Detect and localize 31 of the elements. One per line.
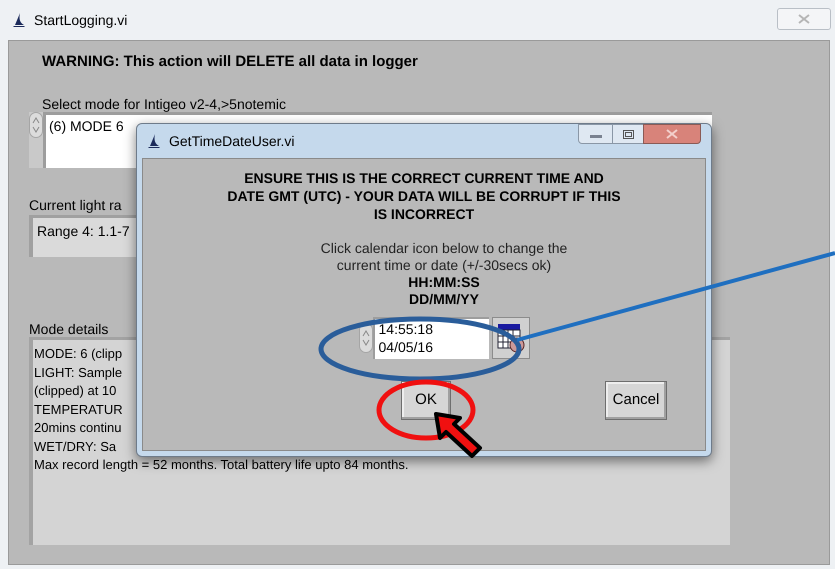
calendar-icon (496, 323, 524, 353)
list-item[interactable]: (6) MODE 6 (49, 118, 124, 134)
maximize-icon (622, 130, 634, 138)
app-logo-icon (147, 133, 161, 149)
detail-line: TEMPERATUR (34, 400, 123, 418)
instruction-text: Click calendar icon below to change the current time or date (+/-30secs ok) (320, 240, 568, 274)
format-text: HH:MM:SS DD/MM/YY (408, 274, 480, 308)
light-range-label: Current light ra (29, 196, 122, 215)
dialog-title: GetTimeDateUser.vi (169, 132, 295, 150)
detail-line: Max record length = 52 months. Total battery life upto 84 months. (34, 456, 408, 474)
light-range-value: Range 4: 1.1-7 (37, 223, 130, 239)
window-title: StartLogging.vi (34, 10, 128, 30)
close-icon (798, 14, 810, 24)
close-button[interactable] (643, 124, 701, 144)
mode-label: Select mode for Intigeo v2-4,>5notemic (42, 95, 287, 112)
arrow-icon (432, 410, 484, 460)
detail-line: MODE: 6 (clipp (34, 345, 122, 363)
mode-details-label: Mode details (29, 320, 108, 337)
detail-line: (clipped) at 10 (34, 382, 116, 400)
detail-line: LIGHT: Sample (34, 364, 122, 382)
detail-line: 20mins continu (34, 419, 122, 437)
detail-line: WET/DRY: Sa (34, 438, 116, 456)
warning-text: WARNING: This action will DELETE all data in logger (42, 52, 419, 72)
spinner-icon[interactable] (29, 112, 43, 138)
maximize-button[interactable] (613, 124, 643, 144)
app-logo-icon (12, 12, 26, 28)
cancel-button[interactable]: Cancel (605, 381, 667, 420)
minimize-icon (590, 135, 602, 138)
time-warning-text: ENSURE THIS IS THE CORRECT CURRENT TIME AND DATE GMT (UTC) - YOUR DATA WILL BE CORRUPT IF THIS IS INCORRECT (227, 169, 621, 223)
minimize-button[interactable] (578, 124, 613, 144)
close-icon (666, 129, 678, 139)
